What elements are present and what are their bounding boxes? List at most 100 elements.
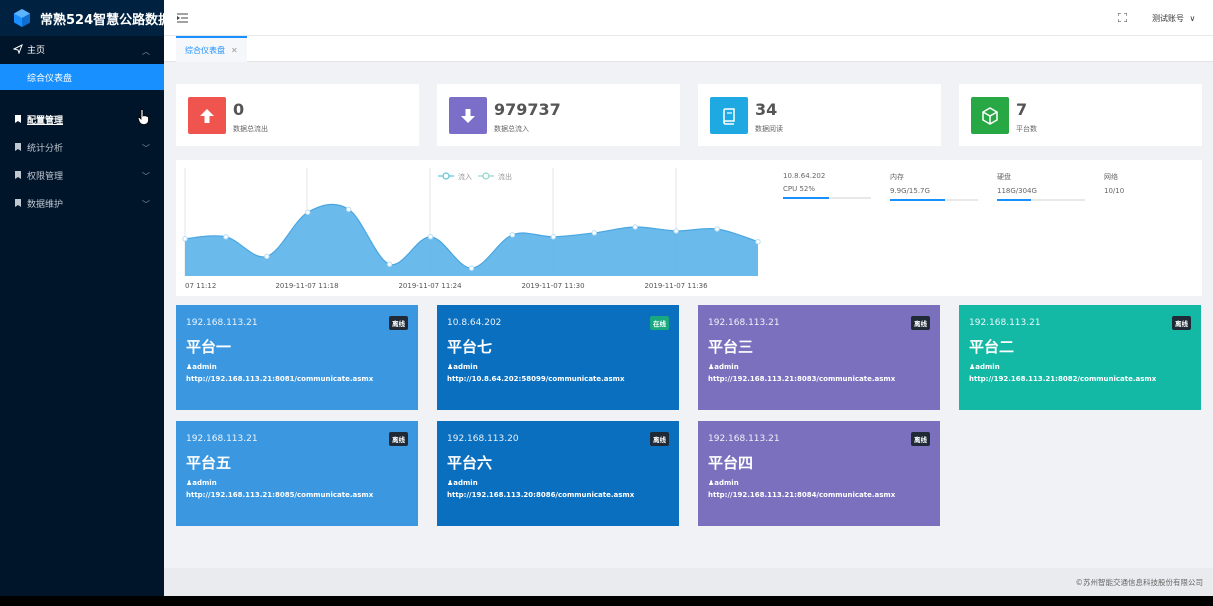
status-badge: 离线 (911, 316, 930, 330)
platform-name: 平台二 (969, 338, 1015, 356)
close-icon[interactable]: ✕ (231, 46, 238, 55)
platform-url: http://192.168.113.20:8086/communicate.a… (447, 491, 635, 499)
traffic-chart: 07 11:12 2019-11-07 11:18 2019-11-07 11:24… (182, 168, 761, 290)
fullscreen-icon[interactable] (1118, 13, 1127, 22)
platform-ip: 10.8.64.202 (447, 318, 502, 328)
platform-user: ♟admin (447, 363, 478, 371)
x-tick-label: 2019-11-07 11:24 (398, 282, 462, 290)
platform-url: http://192.168.113.21:8083/communicate.a… (708, 375, 896, 383)
monitor-title: 网络 (1104, 173, 1118, 181)
legend-label: 流入 (458, 172, 472, 181)
monitor-value: 10/10 (1104, 187, 1125, 195)
progress-bar (997, 199, 1085, 201)
menu-fold-icon[interactable] (177, 13, 188, 23)
chart-legend: 流入 流出 (438, 172, 512, 181)
platform-name: 平台六 (447, 454, 493, 472)
platform-user-name: admin (453, 363, 478, 371)
sidebar-item-statistics[interactable]: 统计分析 ﹀ (0, 133, 164, 161)
sidebar-item-label: 主页 (27, 45, 46, 56)
sidebar-item-label: 配置管理 (27, 115, 64, 126)
monitor-value: CPU 52% (783, 185, 816, 193)
logo: 常熟524智慧公路数据中心 (0, 0, 164, 36)
platform-user: ♟admin (969, 363, 1000, 371)
platform-ip: 192.168.113.21 (708, 434, 780, 444)
monitor-memory: 内存 9.9G/15.7G (890, 172, 978, 201)
data-point (386, 261, 393, 267)
platform-card[interactable]: 192.168.113.21 离线 平台三 ♟admin http://192.… (698, 305, 940, 410)
tab-bar: 综合仪表盘 ✕ (164, 36, 1213, 62)
data-point (755, 239, 761, 245)
progress-fill (890, 199, 946, 201)
tab-label: 综合仪表盘 (185, 45, 225, 55)
x-tick-label: 2019-11-07 11:30 (521, 282, 584, 290)
platform-card[interactable]: 192.168.113.21 离线 平台二 ♟admin http://192.… (959, 305, 1201, 410)
status-badge: 离线 (389, 316, 408, 330)
stat-value: 979737 (494, 100, 561, 119)
platform-card[interactable]: 192.168.113.20 离线 平台六 ♟admin http://192.… (437, 421, 679, 526)
stat-icon-box (971, 97, 1009, 134)
platform-name: 平台四 (708, 454, 754, 472)
monitor-value: 9.9G/15.7G (890, 187, 930, 195)
data-point (182, 236, 188, 242)
sidebar: 常熟524智慧公路数据中心 主页 ︿ 综合仪表盘 配置管理 统计分析 ﹀ 权限管… (0, 0, 164, 596)
platform-card[interactable]: 192.168.113.21 离线 平台四 ♟admin http://192.… (698, 421, 940, 526)
sidebar-item-maintenance[interactable]: 数据维护 ﹀ (0, 189, 164, 217)
traffic-chart-panel: 07 11:12 2019-11-07 11:18 2019-11-07 11:24… (176, 160, 1202, 296)
monitor-title: 硬盘 (997, 173, 1011, 181)
stat-icon-box (449, 97, 487, 134)
monitor-disk: 硬盘 118G/304G (997, 172, 1085, 201)
x-tick-label: 2019-11-07 11:36 (644, 282, 708, 290)
screen-bottom-bar (0, 596, 1213, 606)
platform-ip: 192.168.113.21 (186, 318, 258, 328)
platform-card[interactable]: 192.168.113.21 离线 平台一 ♟admin http://192.… (176, 305, 418, 410)
platform-card[interactable]: 192.168.113.21 离线 平台五 ♟admin http://192.… (176, 421, 418, 526)
platform-name: 平台三 (708, 338, 754, 356)
stat-card-reads: 34 数据阅读 (698, 84, 941, 146)
chevron-down-icon: ﹀ (142, 200, 150, 209)
stat-icon-box (710, 97, 748, 134)
footer: ©苏州智能交通信息科技股份有限公司 (164, 568, 1213, 596)
stat-label: 数据总流出 (233, 125, 268, 133)
data-point (346, 206, 352, 213)
user-menu[interactable]: 测试账号 ∨ (1152, 13, 1195, 24)
app-title: 常熟524智慧公路数据中心 (40, 12, 164, 28)
copyright-text: ©苏州智能交通信息科技股份有限公司 (1075, 578, 1204, 587)
sidebar-subitem-dashboard[interactable]: 综合仪表盘 (0, 64, 164, 90)
platform-url: http://192.168.113.21:8082/communicate.a… (969, 375, 1157, 383)
monitor-title: 10.8.64.202 (783, 172, 826, 180)
x-tick-label: 2019-11-07 11:18 (275, 282, 338, 290)
status-badge: 离线 (911, 432, 930, 446)
stat-value: 7 (1016, 100, 1028, 119)
stat-value: 0 (233, 100, 245, 119)
tab-dashboard[interactable]: 综合仪表盘 ✕ (176, 36, 247, 62)
platform-user: ♟admin (186, 479, 217, 487)
sidebar-item-permissions[interactable]: 权限管理 ﹀ (0, 161, 164, 189)
platform-url: http://192.168.113.21:8081/communicate.a… (186, 375, 374, 383)
monitor-value: 118G/304G (997, 187, 1037, 195)
platform-user-name: admin (975, 363, 1000, 371)
platform-user: ♟admin (447, 479, 478, 487)
platform-user: ♟admin (186, 363, 217, 371)
status-badge: 离线 (650, 432, 669, 446)
platform-card[interactable]: 10.8.64.202 在线 平台七 ♟admin http://10.8.64… (437, 305, 679, 410)
arrow-up-icon (200, 108, 214, 123)
bookmark-icon (15, 115, 21, 123)
cube-logo-icon (14, 9, 30, 27)
platform-url: http://192.168.113.21:8084/communicate.a… (708, 491, 896, 499)
stat-value: 34 (755, 100, 778, 119)
data-point (305, 209, 311, 215)
stat-card-inflow: 979737 数据总流入 (437, 84, 680, 146)
platform-user-name: admin (192, 363, 217, 371)
x-tick-label: 07 11:12 (185, 282, 216, 290)
chevron-down-icon: ∨ (1189, 14, 1196, 23)
hand-cursor-icon (137, 109, 149, 125)
data-point (223, 234, 229, 240)
sidebar-item-home[interactable]: 主页 ︿ (0, 36, 164, 62)
data-point (468, 265, 475, 271)
progress-fill (783, 197, 829, 199)
data-point (509, 232, 516, 238)
bookmark-icon (15, 199, 21, 207)
legend-label: 流出 (498, 172, 512, 181)
data-point (550, 234, 557, 240)
platform-name: 平台五 (186, 454, 232, 472)
